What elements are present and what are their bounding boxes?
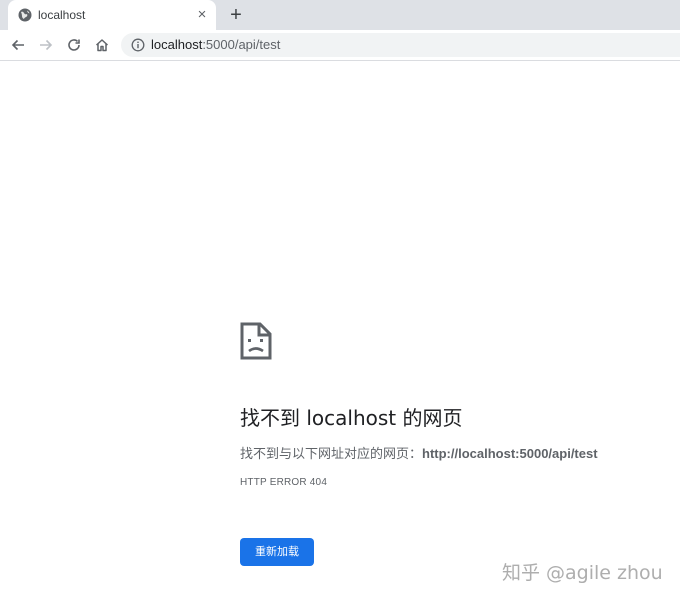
forward-icon[interactable]	[38, 37, 54, 53]
url-path: :5000/api/test	[202, 37, 281, 52]
watermark: 知乎 @agile zhou	[502, 562, 663, 584]
error-code: HTTP ERROR 404	[240, 477, 328, 488]
reload-icon[interactable]	[66, 37, 82, 53]
info-icon[interactable]	[131, 38, 145, 52]
tab-title: localhost	[38, 8, 86, 22]
browser-toolbar: localhost:5000/api/test	[0, 30, 680, 61]
reload-button[interactable]: 重新加载	[240, 538, 314, 566]
url-host: localhost	[151, 37, 203, 52]
globe-icon	[18, 8, 32, 22]
url-text[interactable]: localhost:5000/api/test	[151, 37, 280, 52]
plus-icon[interactable]: +	[226, 5, 246, 25]
sad-document-icon	[240, 322, 272, 360]
close-icon[interactable]: ×	[194, 7, 210, 23]
tab-strip: localhost × +	[0, 0, 680, 30]
error-page: 找不到 localhost 的网页 找不到与以下网址对应的网页：http://l…	[0, 62, 680, 601]
home-icon[interactable]	[94, 37, 110, 53]
back-icon[interactable]	[10, 37, 26, 53]
error-description-text: 找不到与以下网址对应的网页：	[240, 447, 423, 462]
error-description: 找不到与以下网址对应的网页：http://localhost:5000/api/…	[240, 443, 598, 462]
error-url: http://localhost:5000/api/test	[422, 446, 598, 461]
address-bar[interactable]: localhost:5000/api/test	[121, 33, 680, 57]
error-title: 找不到 localhost 的网页	[240, 406, 463, 430]
tab-localhost[interactable]: localhost ×	[8, 0, 216, 30]
